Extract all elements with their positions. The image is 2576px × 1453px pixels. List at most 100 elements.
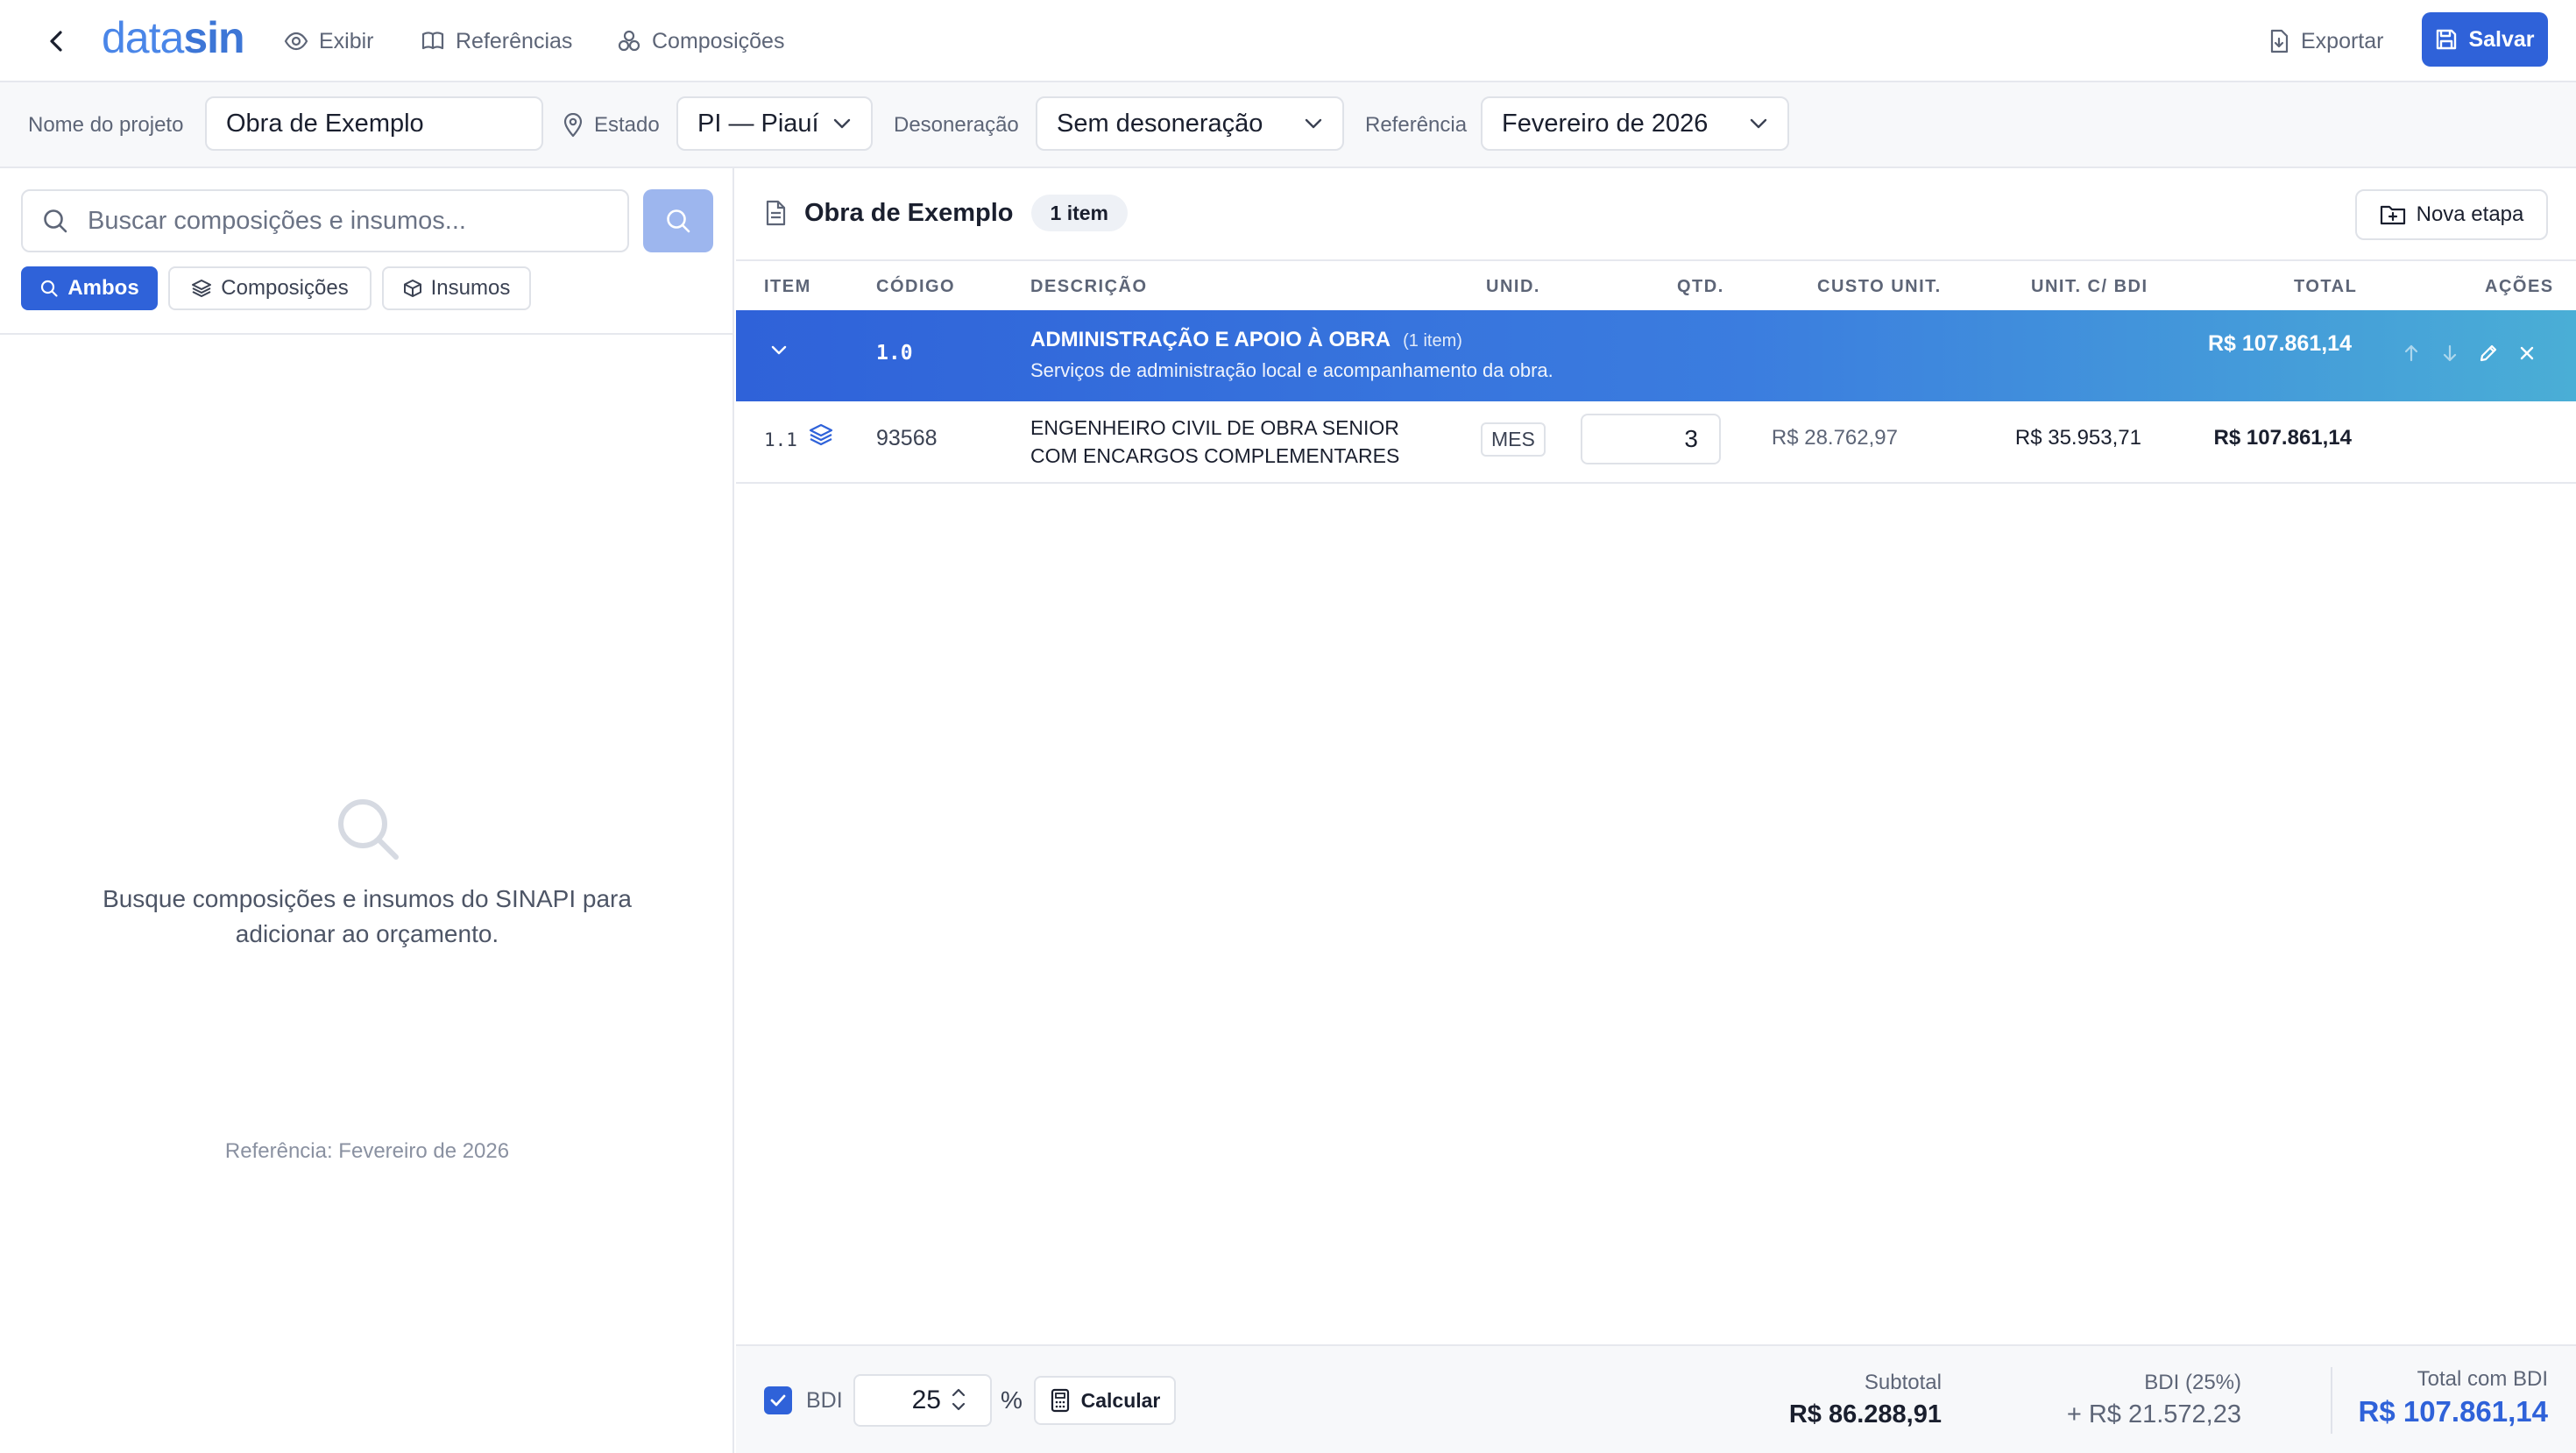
stepper-icon bbox=[950, 1385, 967, 1414]
stage-title-group: ADMINISTRAÇÃO E APOIO À OBRA (1 item) bbox=[1030, 328, 1462, 352]
grand-total-block: Total com BDI R$ 107.861,14 bbox=[2358, 1367, 2548, 1428]
pencil-icon bbox=[2478, 342, 2499, 365]
col-total: TOTAL bbox=[2294, 277, 2358, 296]
map-pin-icon bbox=[563, 113, 584, 138]
save-button[interactable]: Salvar bbox=[2422, 12, 2548, 67]
col-code: CÓDIGO bbox=[876, 277, 956, 296]
item-total: R$ 107.861,14 bbox=[2213, 426, 2352, 450]
project-name-input[interactable]: Obra de Exemplo bbox=[205, 96, 543, 151]
export-label: Exportar bbox=[2301, 28, 2384, 53]
chevron-down-icon bbox=[768, 340, 790, 359]
check-icon bbox=[768, 1391, 788, 1410]
state-select[interactable]: PI — Piauí bbox=[676, 96, 873, 151]
nav-referencias[interactable]: Referências bbox=[421, 23, 572, 60]
book-icon bbox=[421, 29, 445, 53]
search-panel: Buscar composições e insumos... Ambos Co… bbox=[0, 168, 734, 1453]
components-icon bbox=[617, 29, 641, 53]
state-label: Estado bbox=[594, 113, 660, 137]
budget-panel: Obra de Exemplo 1 item Nova etapa ITEM C… bbox=[736, 168, 2576, 1453]
budget-title: Obra de Exemplo bbox=[804, 198, 1014, 227]
top-bar: datasin Exibir Referências Composições E… bbox=[0, 0, 2576, 82]
back-button[interactable] bbox=[39, 23, 75, 60]
stage-code: 1.0 bbox=[876, 342, 913, 365]
calculator-icon bbox=[1050, 1388, 1071, 1413]
table-header: ITEM CÓDIGO DESCRIÇÃO UNID. QTD. CUSTO U… bbox=[736, 259, 2576, 312]
layers-icon bbox=[191, 279, 212, 298]
nav-composicoes[interactable]: Composições bbox=[617, 23, 784, 60]
col-actions: AÇÕES bbox=[2485, 277, 2554, 296]
item-description: ENGENHEIRO CIVIL DE OBRA SENIOR COM ENCA… bbox=[1030, 416, 1400, 467]
search-placeholder: Buscar composições e insumos... bbox=[88, 206, 466, 235]
close-icon bbox=[2516, 342, 2537, 365]
project-name-label: Nome do projeto bbox=[28, 113, 184, 137]
search-icon bbox=[42, 208, 68, 234]
edit-stage-button[interactable] bbox=[2478, 342, 2499, 365]
subtotal-block: Subtotal R$ 86.288,91 bbox=[1789, 1371, 1942, 1429]
filter-composicoes[interactable]: Composições bbox=[168, 266, 372, 310]
stage-actions bbox=[2401, 342, 2537, 365]
stage-description: Serviços de administração local e acompa… bbox=[1030, 359, 1553, 381]
ref-label: Referência bbox=[1365, 113, 1468, 137]
move-up-button[interactable] bbox=[2401, 342, 2422, 365]
grand-total-value: R$ 107.861,14 bbox=[2358, 1395, 2548, 1428]
search-input[interactable]: Buscar composições e insumos... bbox=[21, 189, 629, 252]
col-item: ITEM bbox=[764, 277, 811, 296]
search-icon bbox=[39, 279, 59, 298]
eye-icon bbox=[284, 29, 308, 53]
quantity-value: 3 bbox=[1684, 425, 1698, 452]
project-bar: Nome do projeto Obra de Exemplo Estado P… bbox=[0, 82, 2576, 168]
stage-total: R$ 107.861,14 bbox=[2207, 331, 2352, 356]
chevron-down-icon bbox=[1749, 117, 1768, 130]
save-label: Salvar bbox=[2468, 26, 2535, 52]
grand-total-label: Total com BDI bbox=[2417, 1367, 2548, 1391]
col-unit-cost: CUSTO UNIT. bbox=[1817, 277, 1942, 296]
col-qty: QTD. bbox=[1677, 277, 1724, 296]
filter-insumos[interactable]: Insumos bbox=[382, 266, 531, 310]
move-down-button[interactable] bbox=[2439, 342, 2460, 365]
state-value: PI — Piauí bbox=[697, 109, 819, 138]
nav-exibir[interactable]: Exibir bbox=[284, 23, 374, 60]
filter-ambos[interactable]: Ambos bbox=[21, 266, 158, 310]
totals-footer: BDI 25 % Calcular Subtotal R$ 86.288,91 … bbox=[736, 1344, 2576, 1453]
arrow-down-icon bbox=[2439, 342, 2460, 365]
empty-state-message: Busque composições e insumos do SINAPI p… bbox=[103, 885, 632, 947]
export-button[interactable]: Exportar bbox=[2268, 23, 2383, 60]
composition-layers-icon bbox=[808, 422, 834, 449]
bdi-checkbox[interactable] bbox=[764, 1386, 792, 1414]
new-stage-button[interactable]: Nova etapa bbox=[2355, 189, 2548, 240]
nav-label: Composições bbox=[652, 28, 785, 53]
bdi-amount-block: BDI (25%) + R$ 21.572,23 bbox=[2067, 1371, 2241, 1429]
item-number: 1.1 bbox=[764, 429, 797, 450]
table-row[interactable]: 1.1 93568 ENGENHEIRO CIVIL DE OBRA SENIO… bbox=[736, 401, 2576, 484]
reference-select[interactable]: Fevereiro de 2026 bbox=[1481, 96, 1789, 151]
quantity-input[interactable]: 3 bbox=[1581, 414, 1721, 464]
package-icon bbox=[403, 279, 422, 298]
search-empty-icon bbox=[333, 794, 403, 864]
chevron-left-icon bbox=[47, 30, 67, 53]
nav-label: Exibir bbox=[319, 28, 374, 53]
filter-label: Insumos bbox=[430, 276, 511, 300]
stage-row[interactable]: 1.0 ADMINISTRAÇÃO E APOIO À OBRA (1 item)… bbox=[736, 310, 2576, 401]
bdi-input[interactable]: 25 bbox=[853, 1374, 992, 1427]
stage-title: ADMINISTRAÇÃO E APOIO À OBRA bbox=[1030, 328, 1391, 351]
document-icon bbox=[764, 200, 787, 226]
project-name-value: Obra de Exemplo bbox=[226, 109, 424, 138]
save-icon bbox=[2435, 28, 2458, 51]
delete-stage-button[interactable] bbox=[2516, 342, 2537, 365]
filter-label: Composições bbox=[221, 276, 349, 300]
deson-label: Desoneração bbox=[894, 113, 1019, 137]
item-code: 93568 bbox=[876, 426, 938, 450]
item-unit-cost: R$ 28.762,97 bbox=[1771, 426, 1898, 450]
calculate-button[interactable]: Calcular bbox=[1034, 1376, 1176, 1425]
collapse-stage-button[interactable] bbox=[768, 340, 790, 359]
search-button[interactable] bbox=[643, 189, 713, 252]
bdi-stepper[interactable] bbox=[950, 1385, 967, 1414]
col-unit: UNID. bbox=[1486, 277, 1540, 296]
divider bbox=[2331, 1367, 2332, 1434]
nav-label: Referências bbox=[456, 28, 573, 53]
logo[interactable]: datasin bbox=[102, 12, 245, 63]
arrow-up-icon bbox=[2401, 342, 2422, 365]
deson-select[interactable]: Sem desoneração bbox=[1036, 96, 1344, 151]
reference-value: Fevereiro de 2026 bbox=[1502, 109, 1709, 138]
folder-plus-icon bbox=[2380, 203, 2406, 226]
